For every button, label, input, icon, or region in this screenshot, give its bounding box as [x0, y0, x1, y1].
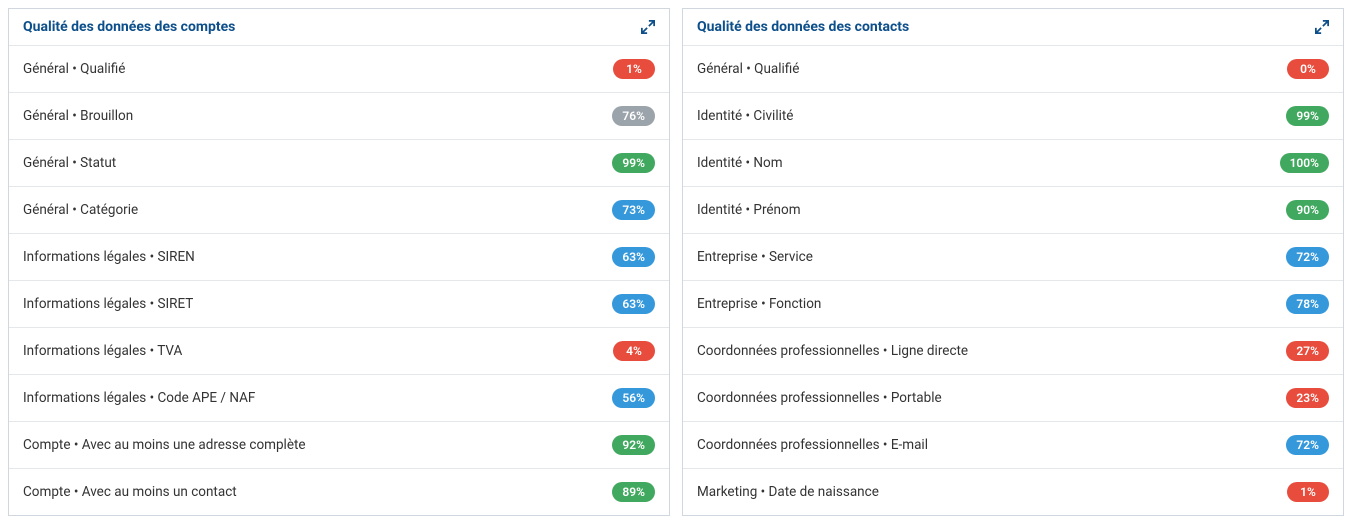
- data-quality-row: Général • Qualifié 0%: [683, 46, 1343, 93]
- panel-header: Qualité des données des comptes: [9, 9, 669, 46]
- panel-contacts-quality: Qualité des données des contacts Général…: [682, 8, 1344, 516]
- percentage-badge: 76%: [612, 106, 655, 126]
- row-label: Général • Qualifié: [697, 61, 799, 77]
- percentage-badge: 78%: [1286, 294, 1329, 314]
- percentage-badge: 63%: [612, 247, 655, 267]
- percentage-badge: 23%: [1286, 388, 1329, 408]
- data-quality-row: Informations légales • TVA 4%: [9, 328, 669, 375]
- data-quality-row: Compte • Avec au moins une adresse compl…: [9, 422, 669, 469]
- row-label: Identité • Nom: [697, 155, 783, 171]
- panel-body: Général • Qualifié 0% Identité • Civilité 9…: [683, 46, 1343, 515]
- data-quality-row: Coordonnées professionnelles • E-mail 72%: [683, 422, 1343, 469]
- row-label: Informations légales • TVA: [23, 343, 182, 359]
- percentage-badge: 27%: [1286, 341, 1329, 361]
- row-label: Entreprise • Fonction: [697, 296, 821, 312]
- row-label: Coordonnées professionnelles • Portable: [697, 390, 942, 406]
- panel-body: Général • Qualifié 1% Général • Brouillon 7…: [9, 46, 669, 515]
- percentage-badge: 56%: [612, 388, 655, 408]
- row-label: Informations légales • SIRET: [23, 296, 193, 312]
- panel-title: Qualité des données des contacts: [697, 19, 909, 35]
- panel-title: Qualité des données des comptes: [23, 19, 235, 35]
- percentage-badge: 4%: [613, 341, 655, 361]
- panels-container: Qualité des données des comptes Général …: [8, 8, 1344, 516]
- data-quality-row: Identité • Prénom 90%: [683, 187, 1343, 234]
- row-label: Entreprise • Service: [697, 249, 813, 265]
- percentage-badge: 92%: [612, 435, 655, 455]
- percentage-badge: 90%: [1286, 200, 1329, 220]
- data-quality-row: Général • Brouillon 76%: [9, 93, 669, 140]
- data-quality-row: Général • Catégorie 73%: [9, 187, 669, 234]
- data-quality-row: Général • Statut 99%: [9, 140, 669, 187]
- percentage-badge: 1%: [1287, 482, 1329, 502]
- percentage-badge: 73%: [612, 200, 655, 220]
- percentage-badge: 0%: [1287, 59, 1329, 79]
- row-label: Identité • Prénom: [697, 202, 801, 218]
- percentage-badge: 100%: [1280, 153, 1329, 173]
- percentage-badge: 63%: [612, 294, 655, 314]
- data-quality-row: Compte • Avec au moins un contact 89%: [9, 469, 669, 515]
- percentage-badge: 99%: [1286, 106, 1329, 126]
- data-quality-row: Entreprise • Fonction 78%: [683, 281, 1343, 328]
- row-label: Général • Brouillon: [23, 108, 133, 124]
- data-quality-row: Identité • Civilité 99%: [683, 93, 1343, 140]
- data-quality-row: Informations légales • SIRET 63%: [9, 281, 669, 328]
- data-quality-row: Coordonnées professionnelles • Ligne dir…: [683, 328, 1343, 375]
- row-label: Marketing • Date de naissance: [697, 484, 879, 500]
- data-quality-row: Marketing • Date de naissance 1%: [683, 469, 1343, 515]
- row-label: Coordonnées professionnelles • Ligne dir…: [697, 343, 968, 359]
- expand-icon[interactable]: [641, 20, 655, 34]
- data-quality-row: Général • Qualifié 1%: [9, 46, 669, 93]
- data-quality-row: Entreprise • Service 72%: [683, 234, 1343, 281]
- percentage-badge: 89%: [612, 482, 655, 502]
- data-quality-row: Informations légales • Code APE / NAF 56%: [9, 375, 669, 422]
- row-label: Informations légales • SIREN: [23, 249, 195, 265]
- panel-accounts-quality: Qualité des données des comptes Général …: [8, 8, 670, 516]
- row-label: Coordonnées professionnelles • E-mail: [697, 437, 928, 453]
- percentage-badge: 72%: [1286, 435, 1329, 455]
- data-quality-row: Identité • Nom 100%: [683, 140, 1343, 187]
- percentage-badge: 1%: [613, 59, 655, 79]
- data-quality-row: Coordonnées professionnelles • Portable 2…: [683, 375, 1343, 422]
- expand-icon[interactable]: [1315, 20, 1329, 34]
- row-label: Identité • Civilité: [697, 108, 793, 124]
- percentage-badge: 99%: [612, 153, 655, 173]
- panel-header: Qualité des données des contacts: [683, 9, 1343, 46]
- row-label: Informations légales • Code APE / NAF: [23, 390, 255, 406]
- row-label: Général • Statut: [23, 155, 116, 171]
- row-label: Compte • Avec au moins un contact: [23, 484, 237, 500]
- row-label: Général • Qualifié: [23, 61, 125, 77]
- row-label: Général • Catégorie: [23, 202, 138, 218]
- percentage-badge: 72%: [1286, 247, 1329, 267]
- row-label: Compte • Avec au moins une adresse compl…: [23, 437, 306, 453]
- data-quality-row: Informations légales • SIREN 63%: [9, 234, 669, 281]
